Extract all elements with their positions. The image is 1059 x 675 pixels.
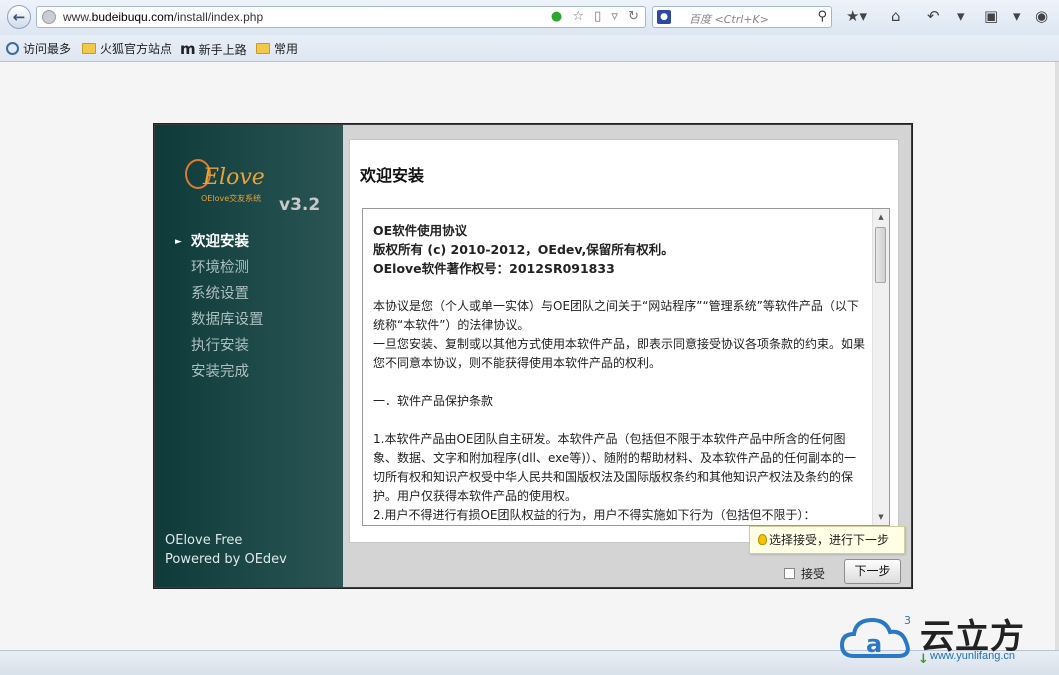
license-textbox[interactable]: OE软件使用协议 版权所有 (c) 2010-2012，OEdev,保留所有权利… — [362, 208, 890, 526]
chat-icon[interactable]: ◉ — [1035, 7, 1048, 25]
installer-main: 欢迎安装 OE软件使用协议 版权所有 (c) 2010-2012，OEdev,保… — [343, 125, 911, 587]
back-button[interactable]: ← — [7, 5, 31, 29]
accept-checkbox-label[interactable]: 接受 — [784, 565, 825, 582]
accept-tooltip: 选择接受，进行下一步 — [749, 526, 905, 554]
step-welcome: ► 欢迎安装 — [175, 229, 264, 255]
license-title: OE软件使用协议 — [373, 223, 468, 238]
search-bar[interactable]: ● 百度 <Ctrl+K> ⚲ — [652, 6, 832, 28]
license-paragraph: 本协议是您（个人或单一实体）与OE团队之间关于“网站程序”“管理系统”等软件产品… — [373, 299, 859, 332]
step-system-settings: 系统设置 — [191, 286, 249, 302]
site-identity-icon[interactable] — [42, 10, 56, 24]
step-database-settings: 数据库设置 — [191, 312, 264, 328]
oelove-logo: Elove OElove交友系统 — [185, 155, 275, 211]
bookmark-most-visited[interactable]: 访问最多 — [6, 40, 71, 57]
undo-icon[interactable]: ↶ — [927, 7, 940, 25]
m-logo-icon: m — [180, 40, 196, 58]
browser-toolbar: ← www.budeibuqu.com/install/index.php ● … — [0, 0, 1059, 35]
accept-checkbox[interactable] — [784, 568, 795, 579]
reload-icon[interactable]: ↻ — [628, 9, 639, 24]
bookmark-getting-started[interactable]: m 新手上路 — [180, 40, 247, 58]
baidu-engine-icon[interactable]: ● — [657, 10, 671, 24]
download-arrow-icon: ↓ — [918, 652, 929, 667]
url-text[interactable]: www.budeibuqu.com/install/index.php — [63, 10, 263, 24]
next-step-button[interactable]: 下一步 — [844, 559, 901, 584]
watermark-sup: 3 — [904, 614, 911, 627]
install-steps-nav: ► 欢迎安装 环境检测 系统设置 数据库设置 执行安装 安装完成 — [175, 229, 264, 385]
bookmark-firefox-official[interactable]: 火狐官方站点 — [82, 40, 172, 57]
page-scrollbar[interactable] — [1055, 62, 1059, 674]
cloud-logo-icon: a 3 — [840, 614, 911, 658]
license-scrollbar[interactable]: ▲ ▼ — [872, 209, 889, 525]
step-install-complete: 安装完成 — [191, 364, 249, 380]
license-paragraph: 2.用户不得进行有损OE团队权益的行为，用户不得实施如下行为（包括但不限于）： — [373, 508, 816, 522]
watermark-url: www.yunlifang.cn — [930, 650, 1015, 662]
step-environment-check: 环境检测 — [191, 260, 249, 276]
version-label: v3.2 — [279, 195, 321, 215]
bookmark-common[interactable]: 常用 — [256, 40, 298, 57]
license-paragraph: 一旦您安装、复制或以其他方式使用本软件产品，即表示同意接受协议各项条款的约束。如… — [373, 337, 866, 370]
installer-sidebar: Elove OElove交友系统 v3.2 ► 欢迎安装 环境检测 系统设置 数据… — [155, 125, 343, 587]
lightbulb-icon — [758, 534, 767, 545]
license-copyright: 版权所有 (c) 2010-2012，OEdev,保留所有权利。 — [373, 242, 674, 257]
page-title: 欢迎安装 — [360, 166, 425, 185]
license-section-title: 一．软件产品保护条款 — [373, 394, 494, 408]
search-icon[interactable]: ⚲ — [817, 9, 827, 24]
scroll-up-icon[interactable]: ▲ — [873, 209, 889, 225]
folder-icon — [82, 43, 96, 54]
menu-dropdown-icon-2[interactable]: ▾ — [1013, 7, 1021, 25]
star-icon[interactable]: ☆ — [572, 9, 584, 24]
content-panel: 欢迎安装 OE软件使用协议 版权所有 (c) 2010-2012，OEdev,保… — [349, 139, 899, 543]
go-icon[interactable]: ● — [551, 9, 562, 24]
scroll-down-icon[interactable]: ▼ — [873, 509, 889, 525]
powered-by: OElove Free Powered by OEdev — [165, 533, 287, 567]
dropdown-icon[interactable]: ▿ — [611, 9, 618, 24]
menu-dropdown-icon[interactable]: ▾ — [957, 7, 965, 25]
folder-icon — [256, 43, 270, 54]
most-visited-icon — [6, 42, 19, 55]
address-bar[interactable]: www.budeibuqu.com/install/index.php ● ☆ … — [36, 6, 646, 28]
installer-window: Elove OElove交友系统 v3.2 ► 欢迎安装 环境检测 系统设置 数据… — [153, 123, 913, 589]
bookmarks-bar: 访问最多 火狐官方站点 m 新手上路 常用 — [0, 35, 1059, 62]
license-registration: OElove软件著作权号：2012SR091833 — [373, 261, 615, 276]
logo-word: Elove — [203, 165, 265, 190]
home-icon[interactable]: ⌂ — [891, 7, 901, 25]
bookmarks-menu-icon[interactable]: ★▾ — [846, 7, 867, 25]
license-paragraph: 1.本软件产品由OE团队自主研发。本软件产品（包括但不限于本软件产品中所含的任何… — [373, 432, 856, 503]
crop-icon[interactable]: ▣ — [984, 7, 998, 25]
current-step-arrow-icon: ► — [175, 237, 182, 247]
svg-text:a: a — [866, 630, 882, 658]
mobile-icon[interactable]: ▯ — [594, 9, 601, 24]
step-run-install: 执行安装 — [191, 338, 249, 354]
scroll-thumb[interactable] — [875, 227, 886, 283]
logo-subtitle: OElove交友系统 — [201, 194, 262, 203]
search-placeholder: 百度 <Ctrl+K> — [689, 13, 769, 26]
